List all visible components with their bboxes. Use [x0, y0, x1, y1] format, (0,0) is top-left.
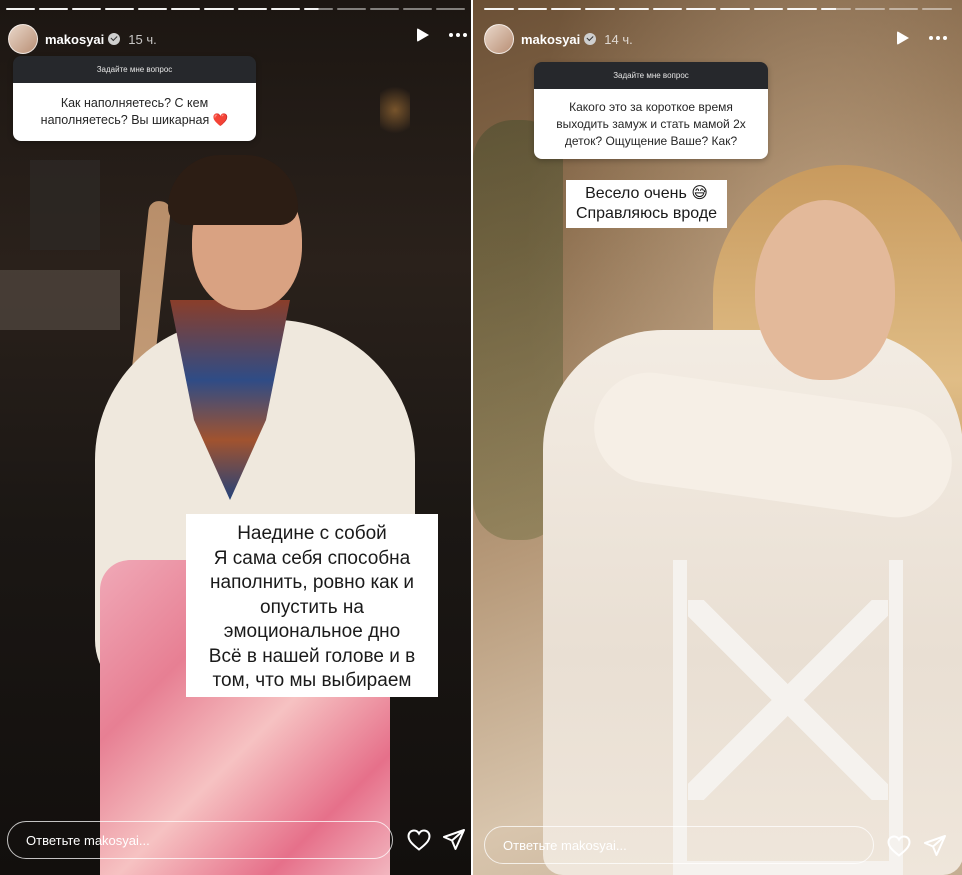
- background-window: [30, 160, 100, 250]
- progress-segment: [402, 8, 433, 10]
- progress-segment: [6, 8, 36, 10]
- photo-face: [755, 200, 895, 380]
- verified-badge-icon: [108, 33, 121, 45]
- progress-segment: [484, 8, 514, 10]
- progress-segment: [753, 8, 784, 10]
- progress-segment: [585, 8, 615, 10]
- progress-segment: [436, 8, 466, 10]
- progress-segment: [821, 8, 851, 10]
- answer-line: том, что мы выбираем: [212, 670, 412, 691]
- story-controls: [897, 31, 947, 45]
- progress-segment: [888, 8, 919, 10]
- answer-line: наполнить, ровно как и: [210, 572, 414, 593]
- question-line: Как наполняетесь? С кем: [60, 96, 209, 110]
- photo-hair: [168, 155, 298, 225]
- progress-segment: [39, 8, 69, 10]
- progress-segment: [336, 8, 366, 10]
- answer-line: Справляюсь вроде: [575, 205, 718, 222]
- send-icon[interactable]: [924, 835, 946, 862]
- story-header: makosyai 14 ч.: [484, 22, 633, 56]
- progress-segment: [138, 8, 168, 10]
- question-sticker-header: Задайте мне вопрос: [534, 62, 768, 89]
- answer-text-block: Весело очень 😅 Справляюсь вроде: [566, 180, 727, 228]
- reply-input[interactable]: [484, 826, 874, 864]
- question-text: Как наполняетесь? С кем наполняетесь? Вы…: [13, 83, 256, 141]
- answer-line: Наедине с собой: [237, 523, 387, 544]
- progress-segment: [204, 8, 234, 10]
- send-icon[interactable]: [443, 829, 465, 856]
- story-header: makosyai 15 ч.: [8, 22, 157, 56]
- heart-icon[interactable]: [407, 829, 431, 856]
- answer-line: эмоциональное дно: [223, 621, 401, 642]
- story-progress-bar: [484, 8, 953, 10]
- progress-segment: [720, 8, 750, 10]
- progress-segment: [517, 8, 548, 10]
- username[interactable]: makosyai: [521, 32, 580, 47]
- story-right[interactable]: makosyai 14 ч. Задайте мне вопрос Какого…: [473, 0, 962, 875]
- story-controls: [417, 28, 467, 42]
- username[interactable]: makosyai: [45, 32, 104, 47]
- answer-line: Весело очень 😅: [585, 185, 708, 202]
- question-sticker[interactable]: Задайте мне вопрос Как наполняетесь? С к…: [13, 56, 256, 141]
- post-time: 15 ч.: [128, 31, 157, 47]
- progress-segment: [72, 8, 102, 10]
- verified-badge-icon: [584, 33, 597, 45]
- photo-chair-cross: [688, 600, 888, 800]
- question-sticker[interactable]: Задайте мне вопрос Какого это за коротко…: [534, 62, 768, 159]
- question-line: наполняетесь? Вы шикарная ❤️: [40, 113, 229, 127]
- question-text: Какого это за короткое время выходить за…: [534, 89, 768, 159]
- progress-segment: [618, 8, 649, 10]
- answer-line: опустить на: [260, 596, 364, 618]
- story-left[interactable]: makosyai 15 ч. Задайте мне вопрос Как на…: [0, 0, 471, 875]
- post-time: 14 ч.: [604, 31, 633, 47]
- progress-segment: [787, 8, 818, 10]
- background-wall: [0, 270, 120, 330]
- progress-segment: [171, 8, 201, 10]
- question-line: деток? Ощущение Ваше? Как?: [564, 133, 738, 148]
- question-sticker-header: Задайте мне вопрос: [13, 56, 256, 83]
- progress-segment: [105, 8, 135, 10]
- progress-segment: [551, 8, 582, 10]
- progress-segment: [369, 8, 399, 10]
- heart-icon[interactable]: [887, 835, 911, 862]
- more-options-icon[interactable]: [449, 33, 467, 37]
- progress-segment: [652, 8, 683, 10]
- avatar[interactable]: [484, 24, 514, 54]
- progress-segment: [237, 8, 267, 10]
- more-options-icon[interactable]: [929, 36, 947, 40]
- progress-segment: [686, 8, 717, 10]
- avatar[interactable]: [8, 24, 38, 54]
- progress-segment: [854, 8, 885, 10]
- question-line: выходить замуж и стать мамой 2х: [556, 116, 746, 131]
- progress-segment: [922, 8, 953, 10]
- play-icon[interactable]: [897, 31, 909, 45]
- answer-line: Всё в нашей голове и в: [208, 645, 416, 667]
- progress-segment: [303, 8, 333, 10]
- reply-input[interactable]: [7, 821, 393, 859]
- background-lamp: [380, 80, 410, 140]
- progress-segment: [270, 8, 300, 10]
- question-line: Какого это за короткое время: [569, 99, 733, 114]
- story-progress-bar: [6, 8, 466, 10]
- answer-line: Я сама себя способна: [213, 547, 411, 569]
- play-icon[interactable]: [417, 28, 429, 42]
- answer-text-block: Наедине с собой Я сама себя способна нап…: [186, 514, 438, 697]
